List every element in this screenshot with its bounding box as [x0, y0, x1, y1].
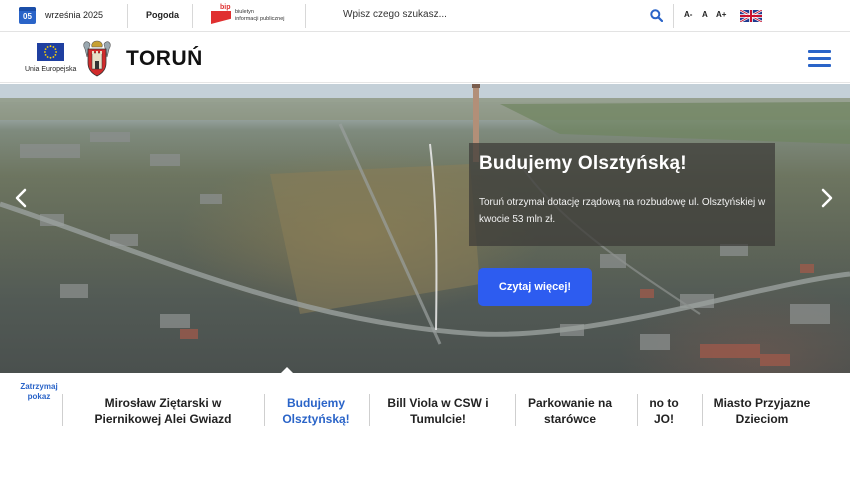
- date-day: 05: [23, 12, 32, 21]
- weather-link[interactable]: Pogoda: [146, 10, 179, 20]
- font-larger-button[interactable]: A+: [716, 10, 726, 19]
- chevron-right-icon[interactable]: [820, 188, 834, 208]
- stop-slideshow-button[interactable]: Zatrzymaj pokaz: [17, 382, 61, 402]
- font-smaller-button[interactable]: A-: [684, 10, 692, 19]
- divider: [515, 394, 516, 426]
- slider-tab[interactable]: Mirosław Ziętarski w Piernikowej Alei Gw…: [78, 395, 248, 427]
- slider-tab-active[interactable]: Budujemy Olsztyńską!: [272, 395, 360, 427]
- chevron-left-icon[interactable]: [14, 188, 28, 208]
- bip-line-2: informacji publicznej: [235, 16, 285, 22]
- slide-description: Toruń otrzymał dotację rządową na rozbud…: [479, 197, 766, 225]
- divider: [127, 4, 128, 28]
- divider: [264, 394, 265, 426]
- hamburger-menu-icon[interactable]: [808, 50, 831, 67]
- slider-tab[interactable]: Parkowanie na starówce: [524, 395, 616, 427]
- divider: [192, 4, 193, 28]
- search-icon[interactable]: [650, 9, 663, 22]
- uk-flag-icon[interactable]: [740, 10, 762, 22]
- slider-tabs: Zatrzymaj pokaz Mirosław Ziętarski w Pie…: [0, 373, 850, 478]
- bip-word: bip: [220, 4, 231, 11]
- bip-flag-icon: [211, 11, 231, 24]
- bip-text[interactable]: biuletyn informacji publicznej: [235, 9, 285, 23]
- calendar-icon: 05: [19, 7, 36, 24]
- eu-flag-icon: [37, 43, 64, 61]
- date-text: września 2025: [45, 10, 104, 20]
- divider: [702, 394, 703, 426]
- read-more-button[interactable]: Czytaj więcej!: [478, 268, 592, 306]
- bip-line-1: biuletyn: [235, 9, 254, 15]
- hero-slider: Budujemy Olsztyńską! Toruń otrzymał dota…: [0, 84, 850, 373]
- divider: [673, 4, 674, 28]
- search-input[interactable]: Wpisz czego szukasz...: [343, 9, 447, 20]
- top-utility-bar: 05 września 2025 Pogoda bip biuletyn inf…: [0, 0, 850, 32]
- torun-crest-icon[interactable]: [81, 39, 113, 77]
- eu-label: Unia Europejska: [25, 66, 77, 73]
- divider: [305, 4, 306, 28]
- divider: [369, 394, 370, 426]
- slider-tab[interactable]: Miasto Przyjazne Dzieciom: [708, 395, 816, 427]
- font-normal-button[interactable]: A: [702, 10, 708, 19]
- bip-logo[interactable]: bip: [211, 4, 233, 25]
- slide-title: Budujemy Olsztyńską!: [479, 153, 687, 174]
- site-title[interactable]: TORUŃ: [126, 47, 203, 71]
- slider-tab[interactable]: Bill Viola w CSW i Tumulcie!: [380, 395, 496, 427]
- divider: [637, 394, 638, 426]
- slide-caption: Budujemy Olsztyńską! Toruń otrzymał dota…: [469, 143, 775, 246]
- logo-bar: Unia Europejska TORUŃ: [0, 33, 850, 83]
- divider: [62, 394, 63, 426]
- slider-tab[interactable]: no to JO!: [645, 395, 683, 427]
